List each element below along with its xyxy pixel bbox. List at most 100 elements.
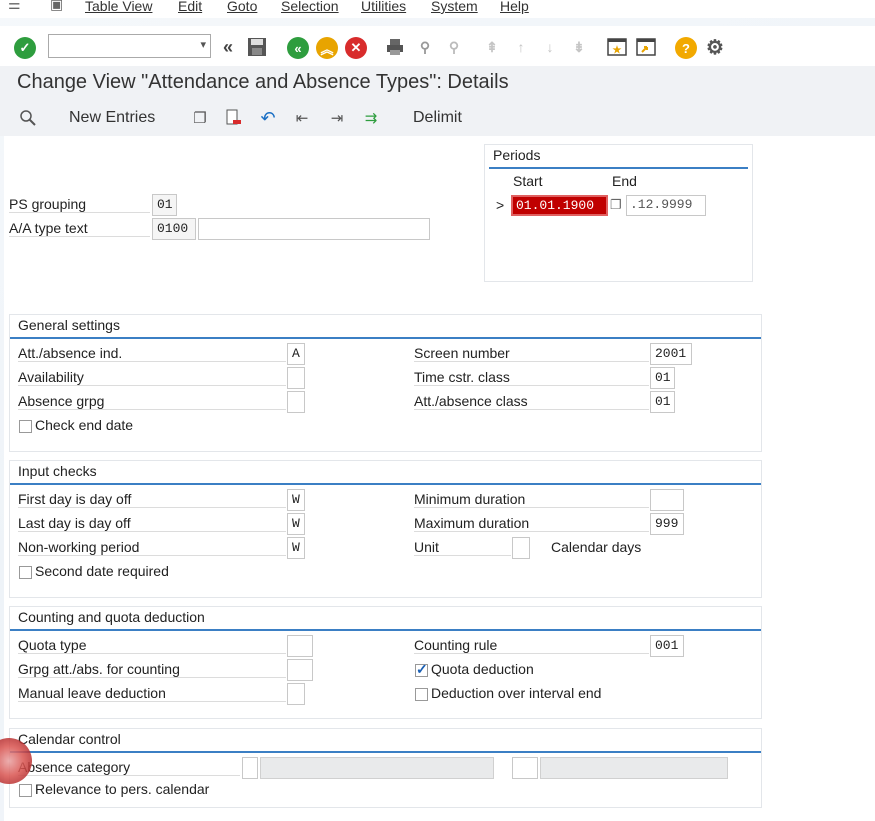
- customize-layout-icon[interactable]: ⚙: [704, 36, 726, 59]
- aa-type-field: 0100: [152, 218, 196, 240]
- counting-rule-label: Counting rule: [414, 637, 649, 654]
- general-settings-group: General settings Att./absence ind. A Ava…: [9, 314, 762, 452]
- new-entries-button[interactable]: New Entries: [69, 109, 155, 127]
- calendar-control-group: Calendar control Absence category Releva…: [9, 728, 762, 808]
- help-icon[interactable]: ?: [675, 37, 697, 59]
- att-abs-ind-field[interactable]: A: [287, 343, 305, 365]
- content-area: PS grouping 01 A/A type text 0100 Period…: [4, 136, 875, 821]
- maximum-duration-field[interactable]: 999: [650, 513, 684, 535]
- svg-text:★: ★: [613, 45, 622, 56]
- input-checks-group: Input checks First day is day off W Last…: [9, 460, 762, 598]
- menu-bar: ☰ ▣ Table View Edit Goto Selection Utili…: [0, 0, 875, 18]
- application-toolbar: New Entries ❐ ↶ ⇤ ⇥ ⇉ Delimit: [0, 102, 875, 136]
- back-icon[interactable]: «: [287, 37, 309, 59]
- att-abs-ind-label: Att./absence ind.: [18, 345, 286, 362]
- counting-divider: [10, 629, 761, 631]
- select-block-icon[interactable]: ⇉: [361, 108, 381, 128]
- system-toolbar: ✓ ▾ « « ︽ ✕ ⚲ ⚲ ⇞ ↑ ↓ ⇟ ★ ? ⚙: [0, 26, 875, 66]
- absence-category-label: Absence category: [18, 759, 240, 776]
- end-label: End: [612, 173, 637, 189]
- check-end-date-checkbox[interactable]: [19, 420, 32, 433]
- second-date-required-checkbox[interactable]: [19, 566, 32, 579]
- menu-table-view[interactable]: Table View: [85, 0, 152, 14]
- first-day-off-field[interactable]: W: [287, 489, 305, 511]
- first-page-icon[interactable]: ⇞: [481, 36, 503, 58]
- undo-icon[interactable]: ↶: [258, 108, 278, 128]
- menu-selection[interactable]: Selection: [281, 0, 339, 14]
- menu-utilities[interactable]: Utilities: [361, 0, 406, 14]
- menu-goto[interactable]: Goto: [227, 0, 257, 14]
- previous-entry-icon[interactable]: ⇤: [292, 108, 312, 128]
- enter-icon[interactable]: ✓: [14, 37, 36, 59]
- row-marker: >: [496, 197, 505, 213]
- quota-deduction-label: Quota deduction: [431, 661, 534, 677]
- time-cstr-class-label: Time cstr. class: [414, 369, 649, 386]
- menu-edit[interactable]: Edit: [178, 0, 202, 14]
- previous-page-icon[interactable]: ↑: [510, 36, 532, 58]
- minimum-duration-field[interactable]: [650, 489, 684, 511]
- secondary-category-text-field: [540, 757, 728, 779]
- delete-icon[interactable]: [223, 108, 243, 128]
- menu-icon[interactable]: ☰: [8, 0, 21, 13]
- counting-rule-field[interactable]: 001: [650, 635, 684, 657]
- screen-number-label: Screen number: [414, 345, 649, 362]
- period-end-field[interactable]: .12.9999: [626, 195, 706, 216]
- non-working-period-label: Non-working period: [18, 539, 286, 556]
- general-settings-title: General settings: [18, 317, 120, 333]
- exit-icon[interactable]: ︽: [316, 37, 338, 59]
- page-title: Change View "Attendance and Absence Type…: [17, 71, 509, 93]
- deduction-over-interval-label: Deduction over interval end: [431, 685, 602, 701]
- next-entry-icon[interactable]: ⇥: [327, 108, 347, 128]
- aa-type-text-label: A/A type text: [9, 220, 150, 237]
- cancel-icon[interactable]: ✕: [345, 37, 367, 59]
- next-page-icon[interactable]: ↓: [539, 36, 561, 58]
- maximum-duration-label: Maximum duration: [414, 515, 649, 532]
- manual-leave-field[interactable]: [287, 683, 305, 705]
- availability-field[interactable]: [287, 367, 305, 389]
- print-icon[interactable]: [384, 36, 406, 58]
- general-settings-divider: [10, 337, 761, 339]
- create-session-icon[interactable]: ★: [606, 36, 628, 58]
- last-day-off-field[interactable]: W: [287, 513, 305, 535]
- copy-icon[interactable]: ❐: [190, 108, 210, 128]
- availability-label: Availability: [18, 369, 286, 386]
- chevron-down-icon[interactable]: ▾: [200, 38, 206, 51]
- relevance-pers-calendar-checkbox[interactable]: [19, 784, 32, 797]
- quota-type-field[interactable]: [287, 635, 313, 657]
- collapse-toolbar-icon[interactable]: «: [217, 36, 239, 58]
- non-working-period-field[interactable]: W: [287, 537, 305, 559]
- display-change-icon[interactable]: [18, 108, 38, 128]
- unit-label: Unit: [414, 539, 511, 556]
- save-icon[interactable]: [246, 36, 268, 58]
- absence-grpg-field[interactable]: [287, 391, 305, 413]
- absence-category-field[interactable]: [242, 757, 258, 779]
- find-icon[interactable]: ⚲: [414, 36, 436, 58]
- menu-help[interactable]: Help: [500, 0, 529, 14]
- time-cstr-class-field[interactable]: 01: [650, 367, 675, 389]
- screen-number-field[interactable]: 2001: [650, 343, 692, 365]
- grpg-counting-field[interactable]: [287, 659, 313, 681]
- find-next-icon[interactable]: ⚲: [443, 36, 465, 58]
- att-abs-class-field[interactable]: 01: [650, 391, 675, 413]
- ps-grouping-field: 01: [152, 194, 177, 216]
- aa-type-text-field[interactable]: [198, 218, 430, 240]
- absence-grpg-label: Absence grpg: [18, 393, 286, 410]
- last-page-icon[interactable]: ⇟: [568, 36, 590, 58]
- command-field[interactable]: ▾: [48, 34, 211, 58]
- absence-category-text-field: [260, 757, 494, 779]
- copy-value-icon[interactable]: ❐: [610, 197, 622, 213]
- quota-deduction-checkbox[interactable]: [415, 661, 428, 678]
- layout-menu-icon[interactable]: ▣: [50, 0, 63, 13]
- deduction-over-interval-checkbox[interactable]: [415, 688, 428, 701]
- secondary-category-field[interactable]: [512, 757, 538, 779]
- periods-title: Periods: [493, 147, 541, 163]
- manual-leave-label: Manual leave deduction: [18, 685, 286, 702]
- counting-title: Counting and quota deduction: [18, 609, 205, 625]
- minimum-duration-label: Minimum duration: [414, 491, 649, 508]
- unit-field[interactable]: [512, 537, 530, 559]
- shortcut-icon[interactable]: [635, 36, 657, 58]
- period-start-field[interactable]: 01.01.1900: [511, 195, 608, 216]
- menu-system[interactable]: System: [431, 0, 478, 14]
- ps-grouping-label: PS grouping: [9, 196, 150, 213]
- delimit-button[interactable]: Delimit: [413, 109, 462, 127]
